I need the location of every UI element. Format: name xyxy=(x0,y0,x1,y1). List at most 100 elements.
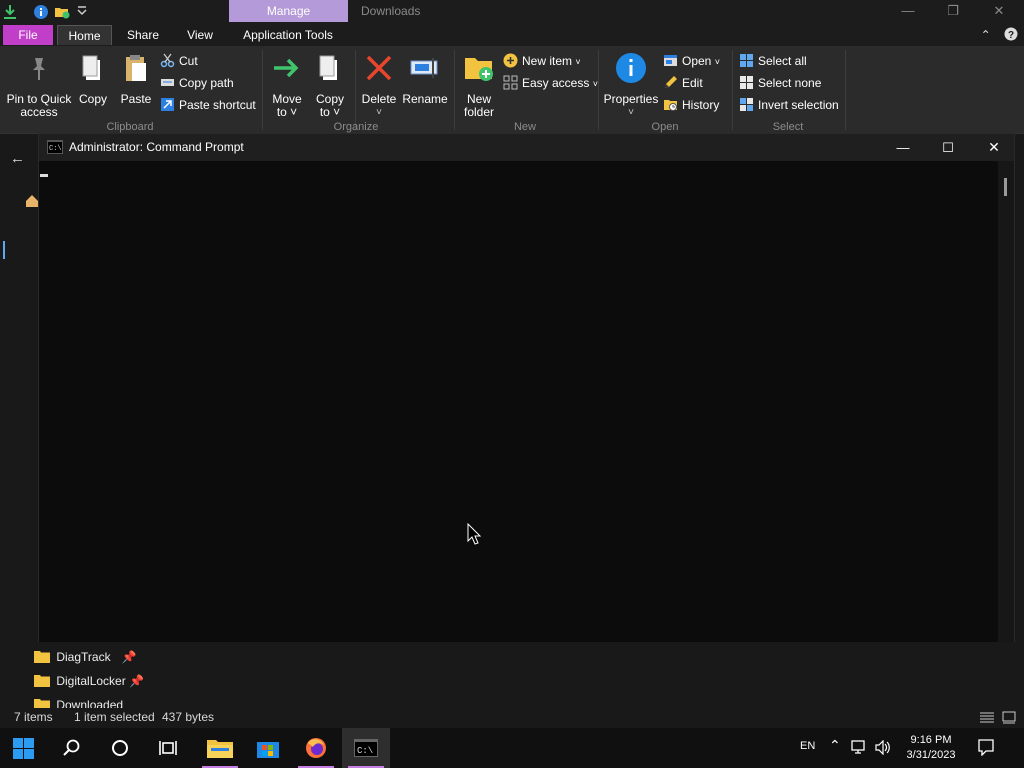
pin-icon: 📌 xyxy=(129,674,145,688)
paste-shortcut-button[interactable]: Paste shortcut xyxy=(160,96,256,114)
file-explorer-taskbar-button[interactable] xyxy=(196,728,244,768)
properties-icon[interactable] xyxy=(33,4,49,20)
windows-logo-icon xyxy=(13,738,34,759)
ribbon-separator xyxy=(454,50,455,130)
firefox-taskbar-button[interactable] xyxy=(292,728,340,768)
rename-button[interactable]: Rename xyxy=(402,52,448,106)
minimize-button[interactable]: — xyxy=(885,0,931,23)
ribbon: Pin to Quick access Copy Paste Cut Copy … xyxy=(0,46,1024,134)
pin-to-quick-access-button[interactable]: Pin to Quick access xyxy=(4,52,74,119)
select-none-icon xyxy=(740,76,753,89)
manage-tab[interactable]: Manage xyxy=(229,0,348,22)
tab-file[interactable]: File xyxy=(3,25,53,45)
move-to-button[interactable]: Move to ˅ xyxy=(268,52,306,119)
shortcut-arrow-icon xyxy=(161,98,174,111)
cmd-close-button[interactable]: ✕ xyxy=(976,134,1012,161)
show-hidden-icons-icon[interactable]: ⌃ xyxy=(829,737,841,754)
cortana-icon xyxy=(112,740,128,756)
cmd-maximize-button[interactable]: ☐ xyxy=(930,134,966,161)
home-icon[interactable] xyxy=(25,194,39,208)
cmd-icon: C:\ xyxy=(354,739,378,757)
select-all-icon xyxy=(740,54,753,67)
tab-home[interactable]: Home xyxy=(57,25,112,45)
selection-size: 437 bytes xyxy=(162,710,215,724)
restore-button[interactable]: ❐ xyxy=(930,0,976,23)
ribbon-separator xyxy=(598,50,599,130)
paste-label: Paste xyxy=(120,92,152,106)
volume-icon[interactable] xyxy=(875,740,892,755)
large-icons-view-icon[interactable] xyxy=(1002,711,1016,724)
cortana-button[interactable] xyxy=(96,728,144,768)
details-view-icon[interactable] xyxy=(979,711,995,724)
delete-button[interactable]: Delete ˅ xyxy=(358,52,400,119)
download-icon[interactable] xyxy=(2,4,18,20)
new-item-icon xyxy=(503,53,518,68)
task-view-button[interactable] xyxy=(144,728,192,768)
scissors-icon xyxy=(160,53,175,68)
open-button[interactable]: Open ˅ xyxy=(663,52,720,70)
network-icon[interactable] xyxy=(851,740,868,755)
back-arrow-icon[interactable]: ← xyxy=(10,150,25,167)
select-all-button[interactable]: Select all xyxy=(739,52,807,70)
invert-selection-button[interactable]: Invert selection xyxy=(739,96,839,114)
explorer-title-bar: Manage Downloads — ❐ ✕ xyxy=(0,0,1024,23)
clock[interactable]: 9:16 PM 3/31/2023 xyxy=(900,733,962,763)
clipboard-group-label: Clipboard xyxy=(106,121,154,133)
properties-button[interactable]: Properties ˅ xyxy=(602,52,660,119)
new-folder-icon[interactable] xyxy=(54,4,70,20)
status-bar: 7 items 1 item selected 437 bytes xyxy=(0,708,1024,728)
firefox-icon xyxy=(306,738,326,758)
command-prompt-window[interactable]: C:\ Administrator: Command Prompt — ☐ ✕ xyxy=(38,133,1015,642)
copy-path-button[interactable]: Copy path xyxy=(160,74,234,92)
open-window-icon xyxy=(664,55,677,66)
properties-label: Properties xyxy=(603,92,659,106)
copy-to-button[interactable]: Copy to ˅ xyxy=(312,52,348,119)
notifications-icon[interactable] xyxy=(978,739,994,756)
cmd-taskbar-button[interactable]: C:\ xyxy=(342,728,390,768)
copy-label: Copy xyxy=(78,92,107,106)
history-button[interactable]: History xyxy=(663,96,719,114)
tab-share[interactable]: Share xyxy=(121,25,165,45)
select-none-button[interactable]: Select none xyxy=(739,74,821,92)
new-folder-icon xyxy=(465,58,493,81)
list-item[interactable]: DiagTrack 📌 xyxy=(34,648,137,666)
list-item[interactable]: DigitalLocker 📌 xyxy=(34,672,144,690)
help-icon[interactable]: ? xyxy=(1004,27,1018,41)
start-button[interactable] xyxy=(0,728,48,768)
delete-x-icon xyxy=(366,55,392,81)
cmd-minimize-button[interactable]: — xyxy=(885,134,921,161)
delete-dropdown-icon[interactable]: ˅ xyxy=(358,106,400,119)
cut-button[interactable]: Cut xyxy=(160,52,198,70)
language-indicator[interactable]: EN xyxy=(800,740,815,752)
search-button[interactable] xyxy=(48,728,96,768)
easy-access-button[interactable]: Easy access ˅ xyxy=(503,74,598,92)
list-item[interactable]: Downloaded xyxy=(34,696,123,708)
customize-toolbar-icon[interactable] xyxy=(74,4,90,20)
store-taskbar-button[interactable] xyxy=(244,728,292,768)
pin-icon xyxy=(33,58,45,80)
search-icon xyxy=(63,739,80,756)
new-folder-label-line2: folder xyxy=(463,105,495,119)
move-label-line2: to ˅ xyxy=(276,105,298,119)
invert-selection-icon xyxy=(740,98,753,111)
cmd-title-bar[interactable]: C:\ Administrator: Command Prompt — ☐ ✕ xyxy=(39,134,1014,161)
selection-indicator xyxy=(3,241,5,259)
close-button[interactable]: ✕ xyxy=(976,0,1022,23)
organize-group-label: Organize xyxy=(333,121,379,133)
cmd-console-area[interactable] xyxy=(39,161,999,642)
taskbar: C:\ EN ⌃ 9:16 PM 3/31/2023 xyxy=(0,728,1024,768)
pencil-icon xyxy=(665,76,677,88)
edit-button[interactable]: Edit xyxy=(663,74,703,92)
collapse-ribbon-icon[interactable]: ⌃ xyxy=(981,28,991,42)
rename-label: Rename xyxy=(402,92,448,106)
copy-path-icon xyxy=(161,79,174,86)
tab-view[interactable]: View xyxy=(180,25,220,45)
properties-dropdown-icon[interactable]: ˅ xyxy=(602,106,660,119)
copy-button[interactable]: Copy xyxy=(76,52,110,106)
cmd-scrollbar[interactable] xyxy=(998,161,1014,642)
tab-application-tools[interactable]: Application Tools xyxy=(236,25,340,45)
cmd-scrollbar-thumb[interactable] xyxy=(1004,178,1007,196)
new-item-button[interactable]: New item ˅ xyxy=(503,52,581,70)
new-folder-button[interactable]: New folder xyxy=(458,52,500,119)
paste-button[interactable]: Paste xyxy=(118,52,154,106)
